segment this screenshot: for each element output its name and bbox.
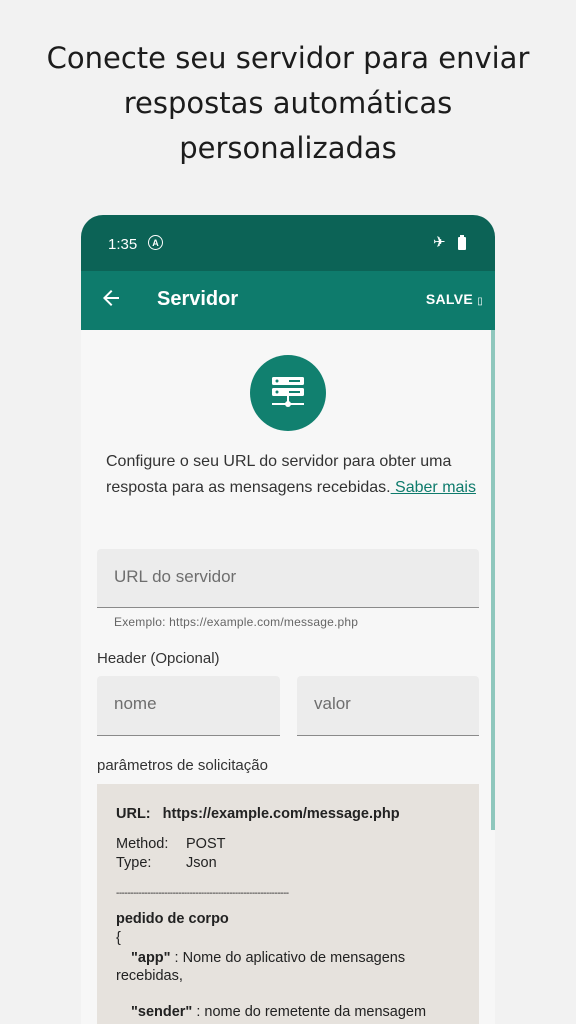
request-params-box: URL: https://example.com/message.php Met… (97, 784, 479, 1024)
params-type-row: Type: Json (116, 855, 217, 871)
app-bar: Servidor SALVE ▯ (81, 271, 495, 330)
server-url-input[interactable]: URL do servidor (97, 549, 479, 608)
params-divider: ----------------------------------------… (116, 888, 289, 899)
server-icon (250, 355, 326, 431)
params-url-row: URL: https://example.com/message.php (116, 806, 400, 822)
battery-icon (458, 235, 466, 250)
header-value-input[interactable]: valor (297, 676, 479, 736)
airplane-icon: ✈ (433, 234, 446, 251)
params-type-key: Type: (116, 855, 152, 871)
status-bar: 1:35 A ✈ (81, 215, 495, 271)
save-button[interactable]: SALVE ▯ (426, 291, 483, 307)
header-name-placeholder: nome (114, 694, 157, 713)
promo-headline: Conecte seu servidor para enviar respost… (20, 36, 556, 171)
params-sender-row: "sender" : nome do remetente da mensagem (116, 1004, 456, 1020)
header-name-input[interactable]: nome (97, 676, 280, 736)
phone-screen: 1:35 A ✈ Servidor SALVE ▯ Configure o se… (81, 215, 495, 1024)
header-value-placeholder: valor (314, 694, 351, 713)
params-app-key: "app" (131, 950, 171, 966)
request-params-label: parâmetros de solicitação (97, 757, 268, 774)
headline-line-3: personalizadas (179, 131, 397, 165)
params-method-row: Method: POST (116, 836, 225, 852)
params-app-row: "app" : Nome do aplicativo de mensagens … (116, 949, 446, 985)
server-url-placeholder: URL do servidor (114, 567, 237, 586)
params-open-brace: { (116, 930, 121, 946)
headline-line-2: respostas automáticas (123, 86, 453, 120)
save-glyph: ▯ (477, 296, 483, 307)
page-title: Servidor (157, 288, 239, 310)
params-method-value: POST (186, 836, 226, 852)
url-helper-text: Exemplo: https://example.com/message.php (114, 615, 359, 629)
params-url-value: https://example.com/message.php (162, 806, 400, 822)
description: Configure o seu URL do servidor para obt… (106, 449, 476, 501)
params-type-value: Json (186, 855, 217, 871)
params-sender-desc: : nome do remetente da mensagem (192, 1004, 427, 1020)
headline-line-1: Conecte seu servidor para enviar (46, 41, 530, 75)
auto-mode-icon: A (148, 235, 163, 250)
params-body-title: pedido de corpo (116, 911, 229, 927)
learn-more-link[interactable]: Saber mais (391, 479, 476, 496)
save-label: SALVE (425, 291, 473, 307)
header-label: Header (Opcional) (97, 650, 220, 667)
params-url-key: URL: (116, 806, 151, 822)
status-time: 1:35 (108, 236, 138, 253)
scrollbar[interactable] (491, 330, 495, 830)
params-method-key: Method: (116, 836, 169, 852)
params-sender-key: "sender" (131, 1004, 193, 1020)
back-arrow-icon[interactable] (99, 286, 123, 310)
